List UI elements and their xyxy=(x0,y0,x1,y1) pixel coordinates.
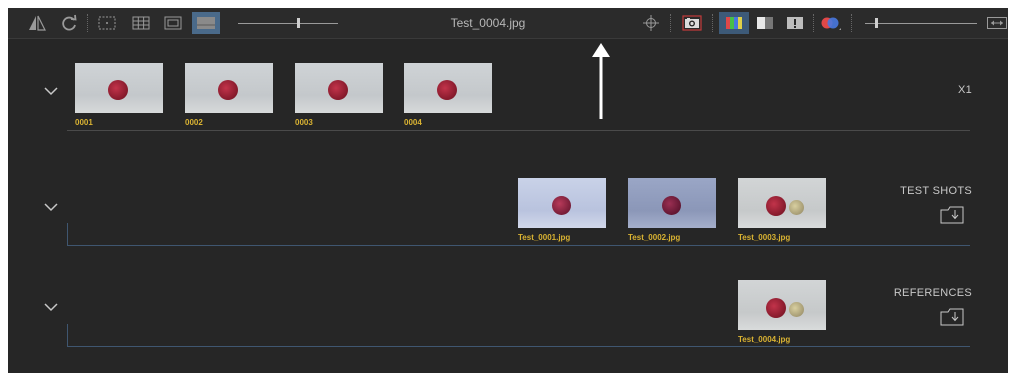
thumbnail-size-slider-handle[interactable] xyxy=(297,18,300,28)
mirror-icon[interactable] xyxy=(26,12,48,34)
exposure-warning-icon[interactable] xyxy=(784,12,806,34)
focus-crosshair-icon[interactable] xyxy=(640,12,662,34)
rotate-icon[interactable] xyxy=(58,12,80,34)
section-divider xyxy=(67,130,970,131)
camera-icon[interactable] xyxy=(680,12,704,34)
annotation-arrow xyxy=(592,43,610,119)
current-filename: Test_0004.jpg xyxy=(450,16,526,30)
zoom-slider[interactable] xyxy=(865,23,977,24)
zoom-slider-handle[interactable] xyxy=(875,18,878,28)
toolbar-separator xyxy=(670,14,671,32)
section-label: TEST SHOTS xyxy=(900,185,972,197)
thumbnail[interactable] xyxy=(75,63,163,113)
chevron-down-icon[interactable] xyxy=(42,82,60,100)
section-divider xyxy=(67,245,970,246)
thumbnail[interactable] xyxy=(185,63,273,113)
thumbnail-caption: Test_0002.jpg xyxy=(628,233,681,242)
import-folder-icon[interactable] xyxy=(940,308,964,326)
section-divider-vertical xyxy=(67,324,68,346)
thumbnail-caption: 0001 xyxy=(75,118,93,127)
expand-width-icon[interactable] xyxy=(986,12,1008,34)
thumbnail-caption: Test_0003.jpg xyxy=(738,233,791,242)
chevron-down-icon[interactable] xyxy=(42,198,60,216)
toolbar-separator xyxy=(712,14,713,32)
thumbnail[interactable] xyxy=(738,178,826,228)
section-divider xyxy=(67,346,970,347)
thumbnail[interactable] xyxy=(295,63,383,113)
toolbar-separator xyxy=(851,14,852,32)
thumbnail[interactable] xyxy=(628,178,716,228)
color-compare-icon[interactable] xyxy=(818,12,844,34)
grayscale-view-icon[interactable] xyxy=(754,12,776,34)
thumbnail-caption: Test_0004.jpg xyxy=(738,335,791,344)
grid-view-icon[interactable] xyxy=(130,12,152,34)
thumbnail[interactable] xyxy=(738,280,826,330)
thumbnail[interactable] xyxy=(518,178,606,228)
thumbnail-caption: Test_0001.jpg xyxy=(518,233,571,242)
capture-window: Test_0004.jpg 0001 0002 0003 0004 X1 Tes… xyxy=(8,8,1008,373)
thumbnail-caption: 0002 xyxy=(185,118,203,127)
section-label: REFERENCES xyxy=(893,287,972,299)
frame-view-icon[interactable] xyxy=(162,12,184,34)
toolbar-separator xyxy=(87,14,88,32)
color-view-icon[interactable] xyxy=(719,12,749,34)
chevron-down-icon[interactable] xyxy=(42,298,60,316)
filmstrip-view-icon[interactable] xyxy=(192,12,220,34)
thumbnail-caption: 0004 xyxy=(404,118,422,127)
single-view-icon[interactable] xyxy=(96,12,118,34)
section-label: X1 xyxy=(957,84,972,96)
thumbnail-size-slider[interactable] xyxy=(238,23,338,24)
toolbar-separator xyxy=(813,14,814,32)
thumbnail[interactable] xyxy=(404,63,492,113)
toolbar: Test_0004.jpg xyxy=(8,8,1008,39)
import-folder-icon[interactable] xyxy=(940,206,964,224)
thumbnail-caption: 0003 xyxy=(295,118,313,127)
section-divider-vertical xyxy=(67,223,68,245)
